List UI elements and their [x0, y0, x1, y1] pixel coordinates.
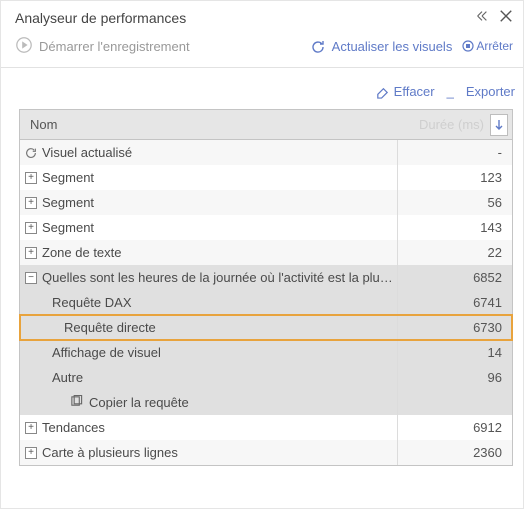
- expand-icon[interactable]: +: [25, 222, 37, 234]
- pane-header: Analyseur de performances: [1, 1, 523, 32]
- record-icon[interactable]: [15, 36, 33, 57]
- close-icon[interactable]: [499, 9, 513, 26]
- copy-icon: [70, 395, 83, 411]
- pane-title: Analyseur de performances: [15, 10, 186, 26]
- column-header-name[interactable]: Nom: [20, 117, 419, 132]
- table-row-child[interactable]: Requête DAX 6741: [20, 290, 512, 315]
- table-row[interactable]: + Segment 123: [20, 165, 512, 190]
- sort-descending-icon[interactable]: [490, 114, 508, 136]
- table-row[interactable]: + Zone de texte 22: [20, 240, 512, 265]
- table-row[interactable]: + Carte à plusieurs lignes 2360: [20, 440, 512, 465]
- row-label: Autre: [42, 370, 397, 385]
- toolbar-secondary: Effacer _ Exporter: [1, 74, 523, 109]
- stop-button[interactable]: Arrêter: [462, 39, 513, 55]
- row-value: 96: [397, 365, 512, 390]
- expand-icon[interactable]: +: [25, 172, 37, 184]
- row-value: 6741: [397, 290, 512, 315]
- export-label: Exporter: [466, 84, 515, 99]
- row-value: [397, 390, 512, 415]
- table-row-direct-query[interactable]: Requête directe 6730: [20, 315, 512, 340]
- table-row[interactable]: + Segment 143: [20, 215, 512, 240]
- toolbar-primary: Démarrer l'enregistrement Actualiser les…: [1, 32, 523, 67]
- row-value: -: [397, 140, 512, 165]
- export-button[interactable]: Exporter: [466, 84, 515, 99]
- row-value: 56: [397, 190, 512, 215]
- row-value: 123: [397, 165, 512, 190]
- table-row-child[interactable]: Autre 96: [20, 365, 512, 390]
- row-value: 14: [397, 340, 512, 365]
- row-value: 6912: [397, 415, 512, 440]
- expand-icon[interactable]: +: [25, 247, 37, 259]
- start-recording-button[interactable]: Démarrer l'enregistrement: [39, 39, 190, 54]
- column-header-duration[interactable]: Durée (ms): [419, 114, 512, 136]
- refresh-icon: [20, 146, 42, 160]
- row-value: 22: [397, 240, 512, 265]
- row-value: 2360: [397, 440, 512, 465]
- row-label: Zone de texte: [42, 245, 397, 260]
- row-label: Affichage de visuel: [42, 345, 397, 360]
- row-label: Segment: [42, 170, 397, 185]
- divider: [1, 67, 523, 68]
- collapse-icon[interactable]: −: [25, 272, 37, 284]
- table-row[interactable]: Visuel actualisé -: [20, 140, 512, 165]
- pop-out-icon[interactable]: [475, 9, 489, 26]
- row-label: Requête DAX: [42, 295, 397, 310]
- table-row-copy-query[interactable]: Copier la requête: [20, 390, 512, 415]
- row-value: 6852: [397, 265, 512, 290]
- copy-query-label: Copier la requête: [89, 395, 189, 410]
- row-label: Segment: [42, 195, 397, 210]
- column-header-duration-label: Durée (ms): [419, 117, 484, 132]
- row-label: Segment: [42, 220, 397, 235]
- row-label: Tendances: [42, 420, 397, 435]
- refresh-visuals-label: Actualiser les visuels: [332, 39, 453, 54]
- row-value: 6730: [397, 315, 512, 340]
- table-row-expanded[interactable]: − Quelles sont les heures de la journée …: [20, 265, 512, 290]
- row-label: Requête directe: [42, 320, 397, 335]
- expand-icon[interactable]: +: [25, 422, 37, 434]
- expand-icon[interactable]: +: [25, 447, 37, 459]
- table-row[interactable]: + Segment 56: [20, 190, 512, 215]
- row-label: Quelles sont les heures de la journée où…: [42, 270, 397, 285]
- row-label: Carte à plusieurs lignes: [42, 445, 397, 460]
- row-label: Visuel actualisé: [42, 145, 397, 160]
- refresh-visuals-button[interactable]: Actualiser les visuels: [310, 39, 453, 55]
- grid-header: Nom Durée (ms): [20, 110, 512, 140]
- clear-button[interactable]: Effacer: [375, 84, 435, 99]
- row-value: 143: [397, 215, 512, 240]
- results-grid: Nom Durée (ms) Visuel actualisé - + Segm…: [19, 109, 513, 466]
- clear-label: Effacer: [394, 84, 435, 99]
- expand-icon[interactable]: +: [25, 197, 37, 209]
- table-row-child[interactable]: Affichage de visuel 14: [20, 340, 512, 365]
- table-row[interactable]: + Tendances 6912: [20, 415, 512, 440]
- stop-label: Arrêter: [476, 39, 513, 53]
